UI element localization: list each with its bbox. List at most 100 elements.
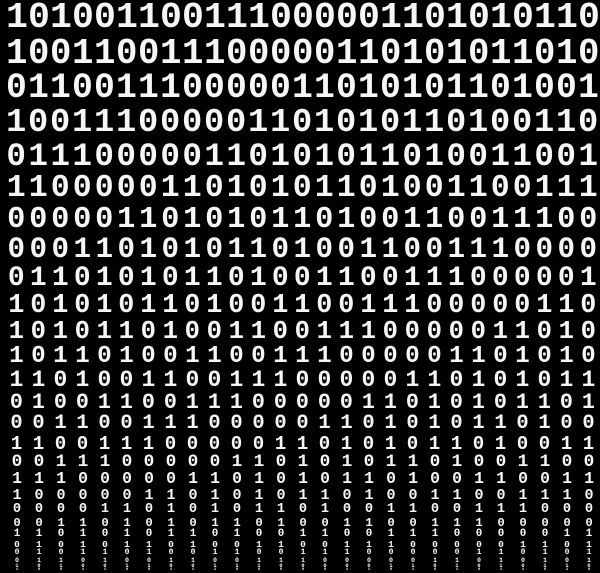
binary-digit: 0: [248, 517, 270, 529]
binary-digit: 0: [72, 503, 94, 517]
binary-digit: 0: [446, 293, 468, 320]
binary-digit: 0: [226, 293, 248, 320]
binary-digit: 0: [28, 414, 50, 434]
binary-digit: 0: [380, 72, 402, 107]
binary-digit: 1: [534, 107, 556, 141]
binary-digit: 0: [512, 107, 534, 141]
binary-digit: 0: [204, 72, 226, 107]
binary-digit: 1: [578, 173, 600, 205]
binary-digit: 1: [6, 293, 28, 320]
binary-digit: 0: [402, 141, 424, 174]
binary-digit: 0: [6, 414, 28, 434]
binary-digit: 1: [28, 369, 50, 392]
binary-digit: 0: [138, 319, 160, 345]
binary-digit: 0: [402, 488, 424, 503]
binary-digit: 1: [248, 488, 270, 503]
binary-digit: 1: [512, 569, 534, 573]
binary-digit: 1: [556, 173, 578, 205]
binary-digit: 1: [138, 369, 160, 392]
binary-digit: 0: [446, 369, 468, 392]
binary-digit: 0: [28, 107, 50, 141]
binary-digit: 1: [138, 0, 160, 36]
binary-digit: 1: [314, 141, 336, 174]
binary-digit: 0: [490, 293, 512, 320]
binary-digit: 0: [490, 369, 512, 392]
binary-digit: 1: [490, 503, 512, 517]
binary-digit: 0: [380, 369, 402, 392]
binary-digit: 0: [556, 414, 578, 434]
binary-digit: 0: [28, 36, 50, 72]
binary-digit: 0: [182, 435, 204, 454]
binary-digit: 1: [116, 392, 138, 414]
binary-digit: 0: [182, 488, 204, 503]
binary-digit: 0: [402, 173, 424, 205]
binary-digit: 0: [248, 173, 270, 205]
binary-digit: 1: [556, 36, 578, 72]
binary-digit: 1: [28, 435, 50, 454]
binary-digit: 0: [248, 414, 270, 434]
binary-digit: 1: [556, 488, 578, 503]
binary-digit: 0: [226, 36, 248, 72]
binary-digit: 0: [50, 503, 72, 517]
binary-digit: 1: [72, 107, 94, 141]
binary-digit: 0: [50, 488, 72, 503]
binary-digit: 1: [182, 36, 204, 72]
binary-digit: 1: [292, 72, 314, 107]
binary-digit: 1: [402, 36, 424, 72]
binary-digit: 1: [512, 345, 534, 369]
binary-digit: 0: [336, 141, 358, 174]
binary-digit: 1: [424, 488, 446, 503]
binary-digit: 1: [380, 141, 402, 174]
binary-digit: 0: [402, 319, 424, 345]
binary-digit: 0: [446, 392, 468, 414]
binary-digit: 1: [512, 36, 534, 72]
binary-digit: 1: [204, 569, 226, 573]
binary-digit: 1: [380, 435, 402, 454]
binary-digit: 0: [204, 235, 226, 264]
binary-digit: 1: [468, 414, 490, 434]
binary-digit: 0: [292, 369, 314, 392]
binary-digit: 0: [6, 141, 28, 174]
binary-digit: 0: [28, 0, 50, 36]
binary-digit: 1: [314, 488, 336, 503]
binary-digit: 0: [380, 107, 402, 141]
binary-digit: 0: [94, 72, 116, 107]
binary-digit: 1: [28, 72, 50, 107]
binary-digit: 1: [160, 414, 182, 434]
binary-digit: 0: [116, 569, 138, 573]
binary-digit: 1: [6, 36, 28, 72]
binary-digit: 1: [94, 265, 116, 293]
binary-digit: 0: [534, 369, 556, 392]
binary-digit: 0: [336, 235, 358, 264]
binary-digit: 0: [424, 569, 446, 573]
binary-digit: 0: [116, 235, 138, 264]
binary-digit: 0: [182, 141, 204, 174]
binary-digit: 0: [314, 205, 336, 235]
binary-digit: 1: [6, 569, 28, 573]
binary-digit: 1: [116, 345, 138, 369]
binary-digit: 0: [578, 488, 600, 503]
binary-digit: 0: [358, 345, 380, 369]
binary-digit: 1: [116, 503, 138, 517]
binary-digit: 0: [226, 107, 248, 141]
binary-digit: 1: [424, 435, 446, 454]
binary-digit: 1: [292, 488, 314, 503]
binary-digit: 1: [28, 141, 50, 174]
binary-digit: 0: [490, 107, 512, 141]
binary-digit: 0: [160, 107, 182, 141]
binary-digit: 0: [380, 205, 402, 235]
binary-digit: 0: [402, 392, 424, 414]
binary-digit: 1: [402, 72, 424, 107]
binary-digit: 0: [72, 392, 94, 414]
binary-digit: 1: [72, 141, 94, 174]
binary-digit: 1: [292, 235, 314, 264]
binary-digit: 1: [358, 517, 380, 529]
binary-digit: 1: [490, 141, 512, 174]
binary-column: 011110010110010001101010001: [358, 0, 380, 573]
binary-digit: 1: [94, 36, 116, 72]
binary-digit: 0: [424, 72, 446, 107]
binary-digit: 0: [292, 414, 314, 434]
binary-digit: 0: [292, 392, 314, 414]
binary-digit: 1: [468, 369, 490, 392]
binary-digit: 0: [534, 517, 556, 529]
